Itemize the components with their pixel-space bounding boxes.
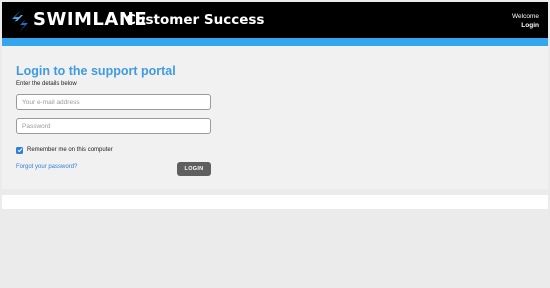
email-input[interactable] [16, 94, 211, 110]
header-login-link[interactable]: Login [512, 21, 539, 30]
checkmark-icon [17, 148, 22, 153]
password-input[interactable] [16, 118, 211, 134]
login-button[interactable]: LOGIN [177, 162, 211, 176]
remember-me-label: Remember me on this computer [27, 147, 113, 153]
login-panel: Login to the support portal Enter the de… [2, 46, 548, 189]
accent-bar [2, 38, 548, 46]
remember-me-checkbox[interactable] [16, 146, 23, 154]
remember-me-row: Remember me on this computer [16, 145, 113, 155]
footer-strip [2, 195, 548, 209]
product-name: Customer Success [126, 12, 265, 28]
welcome-text: Welcome [512, 13, 539, 20]
forgot-password-link[interactable]: Forgot your password? [16, 163, 77, 171]
top-header: SWIMLANE Customer Success Welcome Login [2, 2, 548, 38]
login-subtitle: Enter the details below [16, 81, 77, 87]
login-title: Login to the support portal [16, 64, 176, 78]
welcome-block: Welcome Login [512, 12, 539, 30]
login-page: SWIMLANE Customer Success Welcome Login … [0, 0, 550, 288]
swimlane-logo-icon [12, 10, 28, 32]
